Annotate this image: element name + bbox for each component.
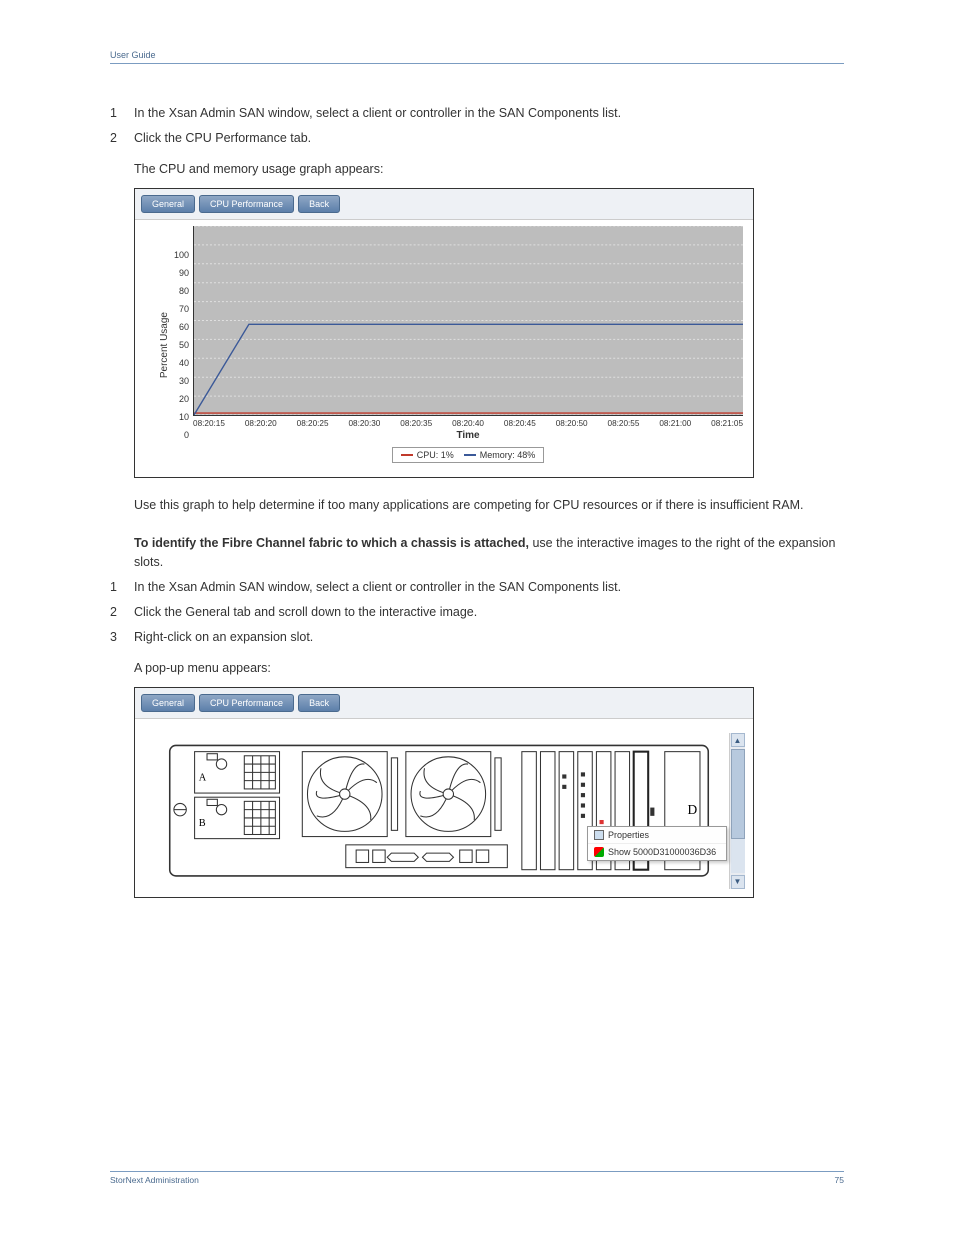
svg-text:A: A bbox=[199, 773, 207, 784]
step-number: 1 bbox=[110, 578, 134, 597]
step-text: Click the CPU Performance tab. bbox=[134, 129, 844, 148]
tab-general[interactable]: General bbox=[141, 195, 195, 213]
tab-cpu-performance[interactable]: CPU Performance bbox=[199, 195, 294, 213]
step-item: 2 Click the CPU Performance tab. bbox=[110, 129, 844, 148]
y-axis-ticks: 1009080706050403020100 bbox=[174, 250, 193, 440]
y-axis-label: Percent Usage bbox=[159, 312, 170, 378]
chart-legend: CPU: 1% Memory: 48% bbox=[392, 447, 545, 463]
step-number: 1 bbox=[110, 104, 134, 123]
intro-text: The CPU and memory usage graph appears: bbox=[134, 160, 844, 179]
footer-left: StorNext Administration bbox=[110, 1175, 199, 1185]
scrollbar[interactable]: ▲ ▼ bbox=[729, 733, 745, 888]
context-menu[interactable]: Properties Show 5000D31000036D36 bbox=[587, 826, 727, 861]
legend-label-cpu: CPU: 1% bbox=[417, 450, 454, 460]
paragraph-fabric: To identify the Fibre Channel fabric to … bbox=[134, 534, 844, 573]
step-text: Right-click on an expansion slot. bbox=[134, 628, 844, 647]
legend-swatch-memory bbox=[464, 454, 476, 456]
step-text: Click the General tab and scroll down to… bbox=[134, 603, 844, 622]
svg-text:B: B bbox=[199, 819, 206, 830]
legend-swatch-cpu bbox=[401, 454, 413, 456]
paragraph-usage: Use this graph to help determine if too … bbox=[134, 496, 844, 515]
context-menu-show[interactable]: Show 5000D31000036D36 bbox=[588, 843, 726, 860]
step-text: In the Xsan Admin SAN window, select a c… bbox=[134, 104, 844, 123]
tab-general[interactable]: General bbox=[141, 694, 195, 712]
legend-memory: Memory: 48% bbox=[464, 450, 536, 460]
steps-bottom: 1 In the Xsan Admin SAN window, select a… bbox=[110, 578, 844, 646]
step-number: 3 bbox=[110, 628, 134, 647]
tab-bar: General CPU Performance Back bbox=[135, 189, 753, 220]
tab-back[interactable]: Back bbox=[298, 195, 340, 213]
context-menu-properties-label: Properties bbox=[608, 830, 649, 840]
show-icon bbox=[594, 847, 604, 857]
steps-top: 1 In the Xsan Admin SAN window, select a… bbox=[110, 104, 844, 148]
step-item: 3 Right-click on an expansion slot. bbox=[110, 628, 844, 647]
step-item: 1 In the Xsan Admin SAN window, select a… bbox=[110, 104, 844, 123]
tab-bar: General CPU Performance Back bbox=[135, 688, 753, 719]
context-menu-show-label: Show 5000D31000036D36 bbox=[608, 847, 716, 857]
properties-icon bbox=[594, 830, 604, 840]
page-footer: StorNext Administration 75 bbox=[110, 1171, 844, 1185]
legend-cpu: CPU: 1% bbox=[401, 450, 454, 460]
x-axis-ticks: 08:20:1508:20:2008:20:2508:20:3008:20:35… bbox=[193, 419, 743, 428]
context-menu-properties[interactable]: Properties bbox=[588, 827, 726, 843]
page-header: User Guide bbox=[110, 50, 844, 64]
step-number: 2 bbox=[110, 603, 134, 622]
tab-back[interactable]: Back bbox=[298, 694, 340, 712]
step-item: 1 In the Xsan Admin SAN window, select a… bbox=[110, 578, 844, 597]
tab-cpu-performance[interactable]: CPU Performance bbox=[199, 694, 294, 712]
footer-page-number: 75 bbox=[835, 1175, 844, 1185]
scroll-track[interactable] bbox=[731, 749, 745, 872]
chart-plot-area bbox=[193, 226, 743, 416]
figure-cpu-performance: General CPU Performance Back Percent Usa… bbox=[134, 188, 754, 478]
figure-rear-panel: General CPU Performance Back A bbox=[134, 687, 754, 897]
scroll-down-icon[interactable]: ▼ bbox=[731, 875, 745, 889]
slot-letter: D bbox=[688, 802, 698, 817]
header-left: User Guide bbox=[110, 50, 156, 60]
rear-panel-image[interactable]: A B bbox=[149, 733, 729, 888]
step-item: 2 Click the General tab and scroll down … bbox=[110, 603, 844, 622]
x-axis-label: Time bbox=[193, 430, 743, 441]
scroll-thumb[interactable] bbox=[731, 749, 745, 839]
paragraph-fabric-lead: To identify the Fibre Channel fabric to … bbox=[134, 536, 529, 550]
legend-label-memory: Memory: 48% bbox=[480, 450, 536, 460]
step-number: 2 bbox=[110, 129, 134, 148]
step-text: In the Xsan Admin SAN window, select a c… bbox=[134, 578, 844, 597]
scroll-up-icon[interactable]: ▲ bbox=[731, 733, 745, 747]
intro-bottom: A pop-up menu appears: bbox=[134, 659, 844, 678]
